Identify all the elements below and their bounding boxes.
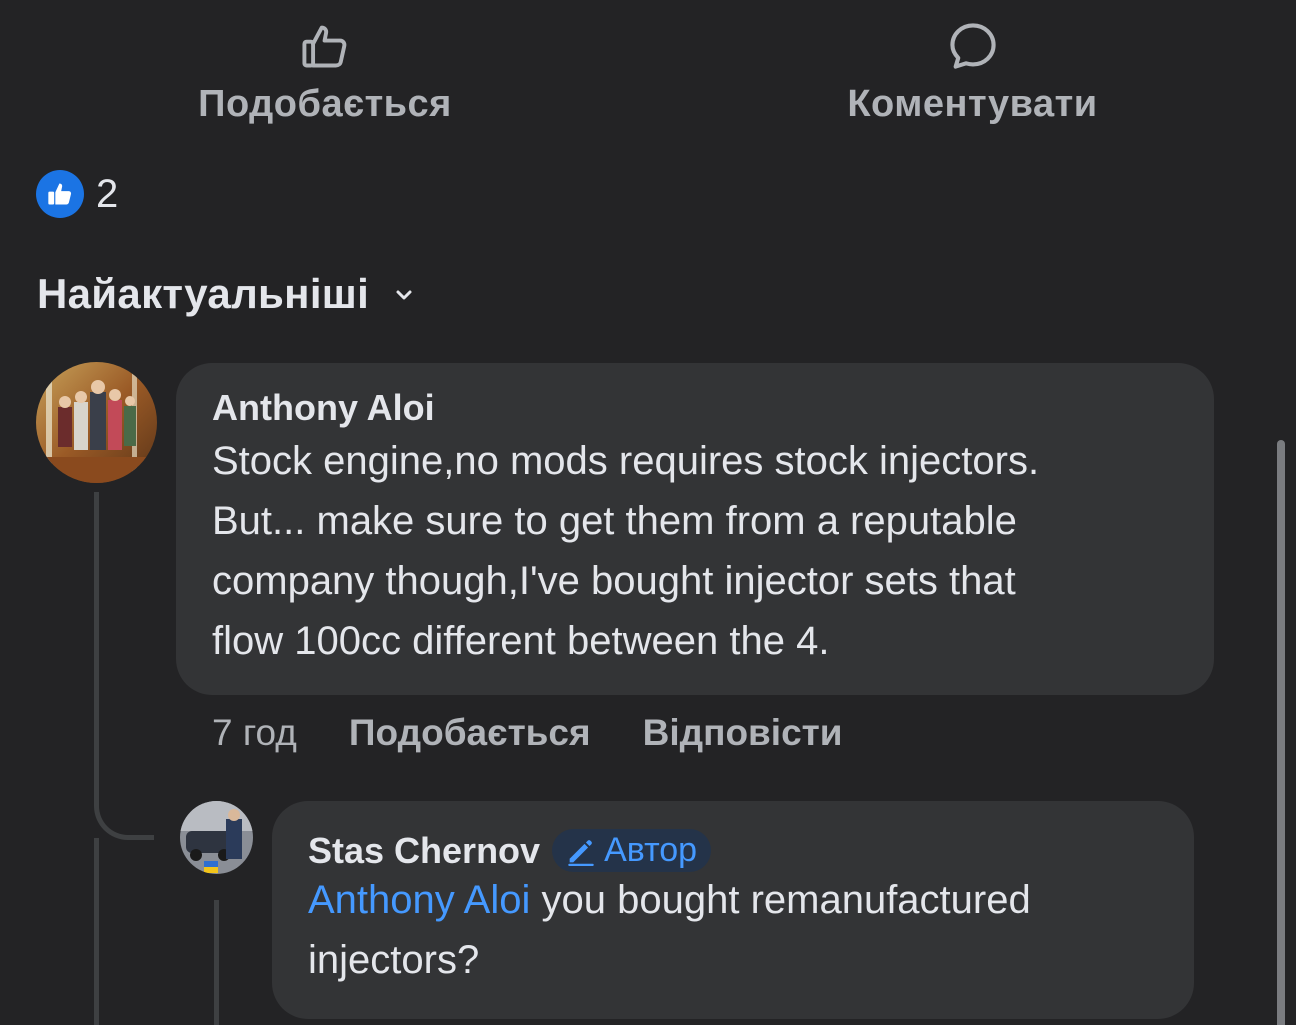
- reply-text-line: Anthony Aloi you bought remanufactured: [308, 870, 1194, 930]
- comment-text-line: flow 100cc different between the 4.: [212, 619, 830, 663]
- chevron-down-icon: [395, 288, 413, 306]
- thumbs-up-outline-icon: [180, 20, 470, 77]
- comment-action-label: Коментувати: [847, 83, 1098, 125]
- author-badge-label: Автор: [604, 831, 698, 869]
- pencil-icon: [564, 834, 598, 868]
- comment-sort-dropdown[interactable]: Найактуальніші: [37, 270, 413, 318]
- mention-link[interactable]: Anthony Aloi: [308, 878, 530, 922]
- comment-text: Stock engine,no mods requires stock inje…: [212, 431, 1214, 671]
- comment-author[interactable]: Anthony Aloi: [212, 387, 1214, 429]
- comments-page: Подобається Коментувати 2 Найактуальніші: [0, 0, 1296, 1025]
- comment-timestamp[interactable]: 7 год: [212, 712, 297, 754]
- author-badge: Автор: [552, 829, 712, 872]
- comment-like-button[interactable]: Подобається: [349, 712, 591, 754]
- comment-reply-button[interactable]: Відповісти: [643, 712, 843, 754]
- reply-author[interactable]: Stas Chernov: [308, 830, 540, 872]
- comment-text-line: company though,I've bought injector sets…: [212, 559, 1016, 603]
- reply-text: Anthony Aloi you bought remanufactured i…: [308, 870, 1194, 990]
- reaction-summary[interactable]: 2: [36, 170, 118, 218]
- thread-line-continuation: [94, 838, 99, 1025]
- reply-bubble[interactable]: Stas Chernov Автор Anthony Aloi you boug…: [272, 801, 1194, 1019]
- thread-line-main: [94, 492, 99, 792]
- like-action-button[interactable]: Подобається: [180, 20, 470, 126]
- reply-text-line: injectors?: [308, 938, 480, 982]
- like-action-label: Подобається: [198, 83, 452, 125]
- comment-text-line: Stock engine,no mods requires stock inje…: [212, 439, 1040, 483]
- avatar-anthony-aloi[interactable]: [36, 362, 157, 483]
- thread-connector: [94, 780, 154, 840]
- comment-text-line: But... make sure to get them from a repu…: [212, 499, 1017, 543]
- like-reaction-icon: [36, 170, 84, 218]
- reply-text-fragment: you bought remanufactured: [530, 878, 1031, 922]
- speech-bubble-icon: [825, 20, 1120, 77]
- reaction-count: 2: [96, 171, 119, 216]
- scrollbar[interactable]: [1277, 440, 1285, 1025]
- thread-line-reply: [214, 900, 219, 1025]
- reply-header: Stas Chernov Автор: [308, 829, 1194, 872]
- avatar-stas-chernov[interactable]: [180, 801, 253, 874]
- comment-action-button[interactable]: Коментувати: [825, 20, 1120, 126]
- comment-bubble[interactable]: Anthony Aloi Stock engine,no mods requir…: [176, 363, 1214, 695]
- comment-meta: 7 год Подобається Відповісти: [212, 712, 843, 754]
- sort-label: Найактуальніші: [37, 270, 370, 317]
